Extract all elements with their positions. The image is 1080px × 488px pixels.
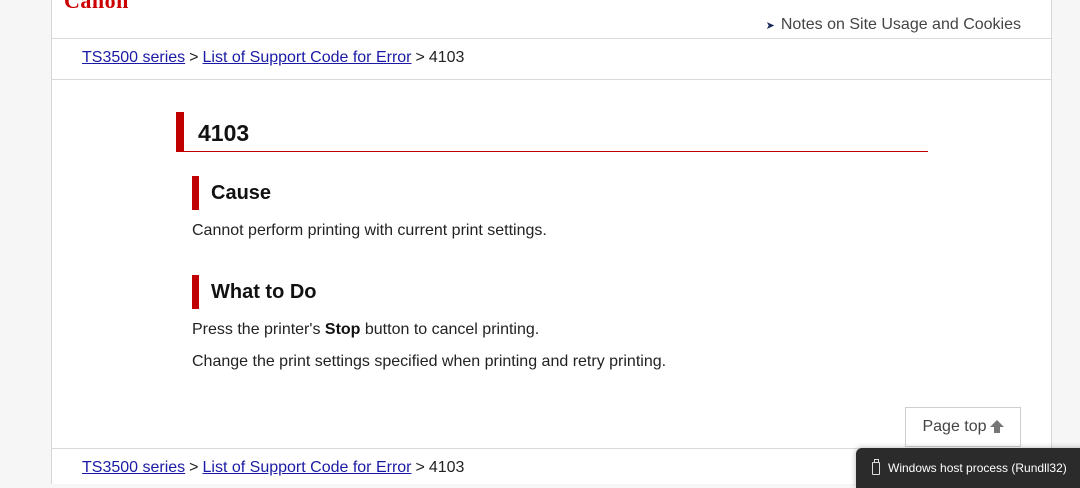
what-to-do-heading: What to Do [211, 281, 317, 303]
arrow-right-icon: ➤ [765, 19, 775, 32]
step-1-text: Press the printer's Stop button to cance… [192, 321, 539, 339]
notes-link-label[interactable]: Notes on Site Usage and Cookies [781, 16, 1021, 34]
breadcrumb-top: TS3500 series > List of Support Code for E… [82, 49, 464, 67]
breadcrumb-bottom: TS3500 series > List of Support Code for E… [82, 459, 464, 477]
breadcrumb-link-series[interactable]: TS3500 series [82, 459, 185, 476]
breadcrumb-link-error-list[interactable]: List of Support Code for Error [203, 49, 412, 66]
header-divider [52, 38, 1051, 39]
cause-heading: Cause [211, 182, 272, 204]
up-arrow-icon [989, 420, 1004, 434]
notes-link[interactable]: ➤ Notes on Site Usage and Cookies [766, 16, 1021, 34]
page-title-block: 4103 [176, 112, 928, 152]
page-top-button[interactable]: Page top [905, 407, 1021, 447]
breadcrumb-link-series[interactable]: TS3500 series [82, 49, 185, 66]
canon-logo[interactable]: Canon [64, 0, 129, 14]
breadcrumb-divider [52, 79, 1051, 80]
page-container: Canon ➤ Notes on Site Usage and Cookies … [51, 0, 1052, 484]
cause-heading-block: Cause [192, 176, 271, 210]
breadcrumb-separator: > [189, 459, 199, 476]
page-title: 4103 [198, 120, 250, 146]
breadcrumb-separator: > [415, 459, 425, 476]
stop-button-label: Stop [324, 321, 361, 338]
breadcrumb-link-error-list[interactable]: List of Support Code for Error [203, 459, 412, 476]
step-1-prefix: Press the printer's [192, 321, 325, 338]
cause-text: Cannot perform printing with current pri… [192, 222, 547, 239]
breadcrumb-separator: > [415, 49, 425, 66]
windows-notification-toast[interactable]: Windows host process (Rundll32) [856, 448, 1080, 488]
breadcrumb-separator: > [189, 49, 199, 66]
step-2-text: Change the print settings specified when… [192, 353, 667, 370]
breadcrumb-current: 4103 [428, 49, 465, 66]
page-top-label[interactable]: Page top [922, 418, 986, 436]
what-to-do-heading-block: What to Do [192, 275, 317, 309]
step-1-suffix: button to cancel printing. [360, 321, 540, 338]
breadcrumb-current: 4103 [428, 459, 465, 476]
usb-drive-icon [872, 458, 880, 475]
toast-text: Windows host process (Rundll32) [888, 461, 1067, 475]
